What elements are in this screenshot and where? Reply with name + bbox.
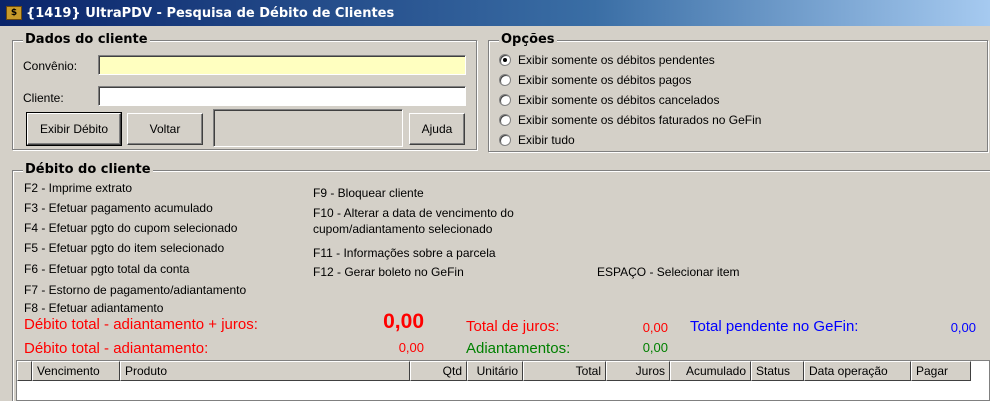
grid-col-data-operacao[interactable]: Data operação — [804, 361, 911, 381]
shortcut-f9: F9 - Bloquear cliente — [313, 186, 424, 200]
radio-cancelados[interactable]: Exibir somente os débitos cancelados — [499, 93, 719, 107]
ajuda-button[interactable]: Ajuda — [409, 113, 465, 145]
radio-icon — [499, 94, 511, 106]
exibir-debito-button[interactable]: Exibir Débito — [26, 112, 122, 146]
title-bar[interactable]: $ {1419} UltraPDV - Pesquisa de Débito d… — [0, 0, 990, 26]
opcoes-group: Opções Exibir somente os débitos pendent… — [488, 32, 988, 152]
debito-value: 0,00 — [398, 340, 424, 355]
shortcut-f6: F6 - Efetuar pgto total da conta — [24, 262, 190, 276]
debito-cliente-legend: Débito do cliente — [23, 162, 153, 177]
grid-col-acumulado[interactable]: Acumulado — [670, 361, 751, 381]
gefin-value: 0,00 — [950, 320, 976, 335]
shortcut-f7: F7 - Estorno de pagamento/adiantamento — [24, 283, 247, 297]
radio-tudo[interactable]: Exibir tudo — [499, 133, 575, 147]
grid-col-produto[interactable]: Produto — [120, 361, 410, 381]
radio-icon — [499, 114, 511, 126]
gefin-label: Total pendente no GeFin: — [690, 318, 859, 335]
dados-cliente-group: Dados do cliente Convênio: Cliente: Exib… — [12, 32, 477, 150]
radio-faturados[interactable]: Exibir somente os débitos faturados no G… — [499, 113, 761, 127]
radio-icon — [499, 134, 511, 146]
cliente-field[interactable] — [98, 86, 466, 106]
shortcut-f12: F12 - Gerar boleto no GeFin — [313, 265, 464, 279]
shortcut-f4: F4 - Efetuar pgto do cupom selecionado — [24, 221, 238, 235]
grid-header: Vencimento Produto Qtd Unitário Total Ju… — [17, 361, 971, 381]
app-icon: $ — [6, 6, 22, 20]
status-panel — [213, 109, 403, 147]
convenio-field[interactable] — [98, 55, 466, 75]
voltar-button[interactable]: Voltar — [127, 113, 203, 145]
grid-col-total[interactable]: Total — [523, 361, 606, 381]
radio-pagos[interactable]: Exibir somente os débitos pagos — [499, 73, 691, 87]
shortcut-f11: F11 - Informações sobre a parcela — [313, 246, 496, 260]
convenio-label: Convênio: — [23, 59, 78, 73]
radio-checked-icon — [499, 54, 511, 66]
shortcut-f5: F5 - Efetuar pgto do item selecionado — [24, 241, 225, 255]
grid-col-juros[interactable]: Juros — [606, 361, 670, 381]
shortcut-f2: F2 - Imprime extrato — [24, 181, 133, 195]
grid-col-qtd[interactable]: Qtd — [410, 361, 467, 381]
juros-label: Total de juros: — [466, 318, 560, 335]
cliente-label: Cliente: — [23, 91, 64, 105]
radio-icon — [499, 74, 511, 86]
grid-col-indicator[interactable] — [17, 361, 32, 381]
shortcut-f10-line1: F10 - Alterar a data de vencimento do — [313, 206, 514, 220]
debito-juros-value: 0,00 — [383, 310, 424, 333]
shortcut-espaco: ESPAÇO - Selecionar item — [597, 265, 740, 279]
debito-grid[interactable]: Vencimento Produto Qtd Unitário Total Ju… — [16, 360, 990, 401]
grid-col-pagar[interactable]: Pagar — [911, 361, 971, 381]
grid-col-status[interactable]: Status — [751, 361, 804, 381]
debito-juros-label: Débito total - adiantamento + juros: — [24, 316, 258, 333]
grid-col-unitario[interactable]: Unitário — [467, 361, 523, 381]
adiantamentos-label: Adiantamentos: — [466, 340, 571, 357]
dados-cliente-legend: Dados do cliente — [23, 32, 150, 47]
shortcut-f10-line2: cupom/adiantamento selecionado — [313, 222, 493, 236]
juros-value: 0,00 — [642, 320, 668, 335]
grid-col-vencimento[interactable]: Vencimento — [32, 361, 120, 381]
opcoes-legend: Opções — [499, 32, 557, 47]
window-title: {1419} UltraPDV - Pesquisa de Débito de … — [26, 5, 395, 21]
adiantamentos-value: 0,00 — [642, 340, 668, 355]
debito-label: Débito total - adiantamento: — [24, 340, 209, 357]
radio-pendentes[interactable]: Exibir somente os débitos pendentes — [499, 53, 715, 67]
shortcut-f8: F8 - Efetuar adiantamento — [24, 301, 164, 315]
shortcut-f3: F3 - Efetuar pagamento acumulado — [24, 201, 213, 215]
